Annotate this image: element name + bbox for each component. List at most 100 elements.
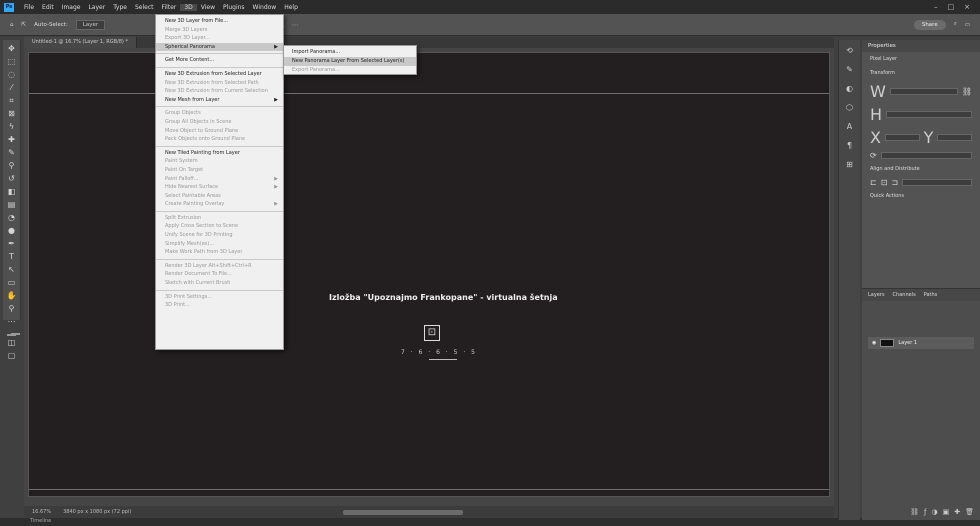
search-icon[interactable]: ⌕ bbox=[954, 21, 957, 28]
quick-select-tool-icon[interactable]: ⁄ bbox=[6, 83, 18, 93]
quick-actions-title[interactable]: Quick Actions bbox=[862, 189, 980, 203]
menu-item[interactable]: Spherical Panorama ▶ bbox=[156, 42, 283, 52]
menu-item[interactable]: New 3D Extrusion from Selected Layer bbox=[156, 70, 283, 79]
lasso-tool-icon[interactable]: ◌ bbox=[6, 70, 18, 80]
x-field[interactable] bbox=[884, 134, 920, 141]
zoom-tool-icon[interactable]: ⚲ bbox=[6, 304, 18, 314]
align-to-dropdown[interactable] bbox=[902, 179, 972, 186]
menu-help[interactable]: Help bbox=[280, 4, 302, 11]
visibility-eye-icon[interactable]: ◉ bbox=[872, 340, 876, 346]
submenu-item[interactable]: Import Panorama... bbox=[284, 48, 416, 57]
fx-icon[interactable]: ƒ bbox=[924, 508, 926, 516]
blur-tool-icon[interactable]: ◔ bbox=[6, 213, 18, 223]
zoom-level[interactable]: 16.67% bbox=[32, 509, 51, 515]
timeline-label[interactable]: Timeline bbox=[30, 518, 51, 524]
trash-icon[interactable]: 🗑 bbox=[965, 508, 974, 516]
auto-select-dropdown[interactable]: Layer bbox=[75, 19, 106, 30]
menu-filter[interactable]: Filter bbox=[158, 4, 181, 11]
menu-plugins[interactable]: Plugins bbox=[219, 4, 249, 11]
document-canvas[interactable]: Izložba "Upoznajmo Frankopane" - virtual… bbox=[28, 52, 830, 497]
submenu-item[interactable]: New Panorama Layer From Selected Layer(s… bbox=[284, 57, 416, 66]
mask-icon[interactable]: ◑ bbox=[932, 508, 938, 516]
height-field[interactable] bbox=[886, 111, 972, 118]
rotate-field[interactable] bbox=[880, 152, 972, 159]
background-color-swatch[interactable] bbox=[11, 333, 20, 335]
layer-row[interactable]: ◉ Layer 1 bbox=[868, 337, 974, 349]
align-right-icon[interactable]: ⊐ bbox=[891, 178, 898, 187]
y-field[interactable] bbox=[937, 134, 972, 141]
shape-tool-icon[interactable]: ▭ bbox=[6, 278, 18, 288]
properties-tab[interactable]: Properties bbox=[862, 40, 980, 52]
tools-panel: ✥ ⬚ ◌ ⁄ ⌗ ⊠ ϟ ✚ ✎ ⚲ ↺ ◧ ▤ ◔ ● ✒ T ↖ ▭ ✋ … bbox=[3, 40, 21, 360]
menu-item[interactable]: New Tiled Painting from Layer bbox=[156, 149, 283, 158]
maximize-button[interactable]: □ bbox=[948, 3, 955, 11]
menu-item[interactable]: New 3D Layer from File... bbox=[156, 17, 283, 26]
screen-mode-icon[interactable]: ▢ bbox=[6, 351, 18, 361]
link-icon[interactable]: ⛓ bbox=[962, 87, 972, 96]
menu-type[interactable]: Type bbox=[109, 4, 131, 11]
menu-select[interactable]: Select bbox=[131, 4, 158, 11]
eyedropper-tool-icon[interactable]: ϟ bbox=[6, 122, 18, 132]
share-button[interactable]: Share bbox=[913, 19, 946, 30]
gradient-tool-icon[interactable]: ▤ bbox=[6, 200, 18, 210]
workspace-icon[interactable]: ▭ bbox=[965, 22, 970, 28]
3d-panel-icon[interactable]: ⬡ bbox=[846, 103, 853, 112]
document-tab[interactable]: Untitled-1 @ 16.7% (Layer 1, RGB/8) * bbox=[24, 37, 137, 48]
menu-edit[interactable]: Edit bbox=[38, 4, 58, 11]
dodge-tool-icon[interactable]: ● bbox=[6, 226, 18, 236]
new-group-icon[interactable]: ▣ bbox=[943, 508, 950, 516]
menu-item: Create Painting Overlay ▶ bbox=[165, 201, 278, 208]
width-field[interactable] bbox=[889, 88, 958, 95]
quick-mask-icon[interactable]: ◫ bbox=[6, 338, 18, 348]
menu-file[interactable]: File bbox=[20, 4, 38, 11]
history-brush-tool-icon[interactable]: ↺ bbox=[6, 174, 18, 184]
marquee-tool-icon[interactable]: ⬚ bbox=[6, 57, 18, 67]
healing-brush-tool-icon[interactable]: ✚ bbox=[6, 135, 18, 145]
pen-tool-icon[interactable]: ✒ bbox=[6, 239, 18, 249]
auto-select-checkbox[interactable]: Auto-Select: bbox=[34, 22, 68, 28]
tab-layers[interactable]: Layers bbox=[868, 292, 885, 298]
new-layer-icon[interactable]: ✚ bbox=[954, 508, 960, 516]
eraser-tool-icon[interactable]: ◧ bbox=[6, 187, 18, 197]
move-tool-icon[interactable]: ⇱ bbox=[22, 22, 27, 28]
minimize-button[interactable]: – bbox=[934, 3, 938, 11]
horizontal-scrollbar[interactable] bbox=[343, 509, 464, 515]
frame-tool-icon[interactable]: ⊠ bbox=[6, 109, 18, 119]
clone-stamp-tool-icon[interactable]: ⚲ bbox=[6, 161, 18, 171]
menu-window[interactable]: Window bbox=[249, 4, 281, 11]
close-button[interactable]: × bbox=[964, 3, 970, 11]
history-panel-icon[interactable]: ⟲ bbox=[846, 46, 853, 55]
path-select-tool-icon[interactable]: ↖ bbox=[6, 265, 18, 275]
align-left-icon[interactable]: ⊏ bbox=[870, 178, 877, 187]
character-panel-icon[interactable]: A bbox=[847, 122, 852, 131]
crop-tool-icon[interactable]: ⌗ bbox=[6, 96, 18, 106]
more-tools-icon[interactable]: ⋯ bbox=[6, 317, 18, 327]
glyphs-panel-icon[interactable]: ⊞ bbox=[846, 160, 853, 169]
rotate-icon[interactable]: ⟳ bbox=[870, 151, 877, 160]
link-layers-icon[interactable]: ⛓ bbox=[910, 508, 919, 516]
more-options-icon[interactable]: ⋯ bbox=[292, 21, 299, 29]
menu-item[interactable]: Get More Content... bbox=[156, 56, 283, 65]
align-icons-row: ⊏ ⊡ ⊐ bbox=[862, 176, 980, 189]
guide-line bbox=[29, 93, 829, 94]
align-center-icon[interactable]: ⊡ bbox=[881, 178, 888, 187]
menu-view[interactable]: View bbox=[197, 4, 219, 11]
menu-item[interactable]: New Mesh from Layer ▶ bbox=[156, 96, 283, 105]
menu-layer[interactable]: Layer bbox=[84, 4, 109, 11]
menu-3d[interactable]: 3D bbox=[180, 3, 197, 11]
menu-image[interactable]: Image bbox=[58, 4, 85, 11]
layer-name[interactable]: Layer 1 bbox=[898, 340, 917, 346]
home-icon[interactable]: ⌂ bbox=[10, 22, 14, 28]
adjustments-panel-icon[interactable]: ◐ bbox=[846, 84, 853, 93]
brush-panel-icon[interactable]: ✎ bbox=[846, 65, 853, 74]
hand-tool-icon[interactable]: ✋ bbox=[6, 291, 18, 301]
type-tool-icon[interactable]: T bbox=[6, 252, 18, 262]
tab-channels[interactable]: Channels bbox=[893, 292, 916, 298]
tab-paths[interactable]: Paths bbox=[924, 292, 938, 298]
transform-section-title[interactable]: Transform bbox=[862, 66, 980, 80]
paragraph-panel-icon[interactable]: ¶ bbox=[847, 141, 852, 150]
menu-separator bbox=[156, 258, 283, 260]
brush-tool-icon[interactable]: ✎ bbox=[6, 148, 18, 158]
align-section-title[interactable]: Align and Distribute bbox=[862, 162, 980, 176]
move-tool-icon[interactable]: ✥ bbox=[6, 44, 18, 54]
